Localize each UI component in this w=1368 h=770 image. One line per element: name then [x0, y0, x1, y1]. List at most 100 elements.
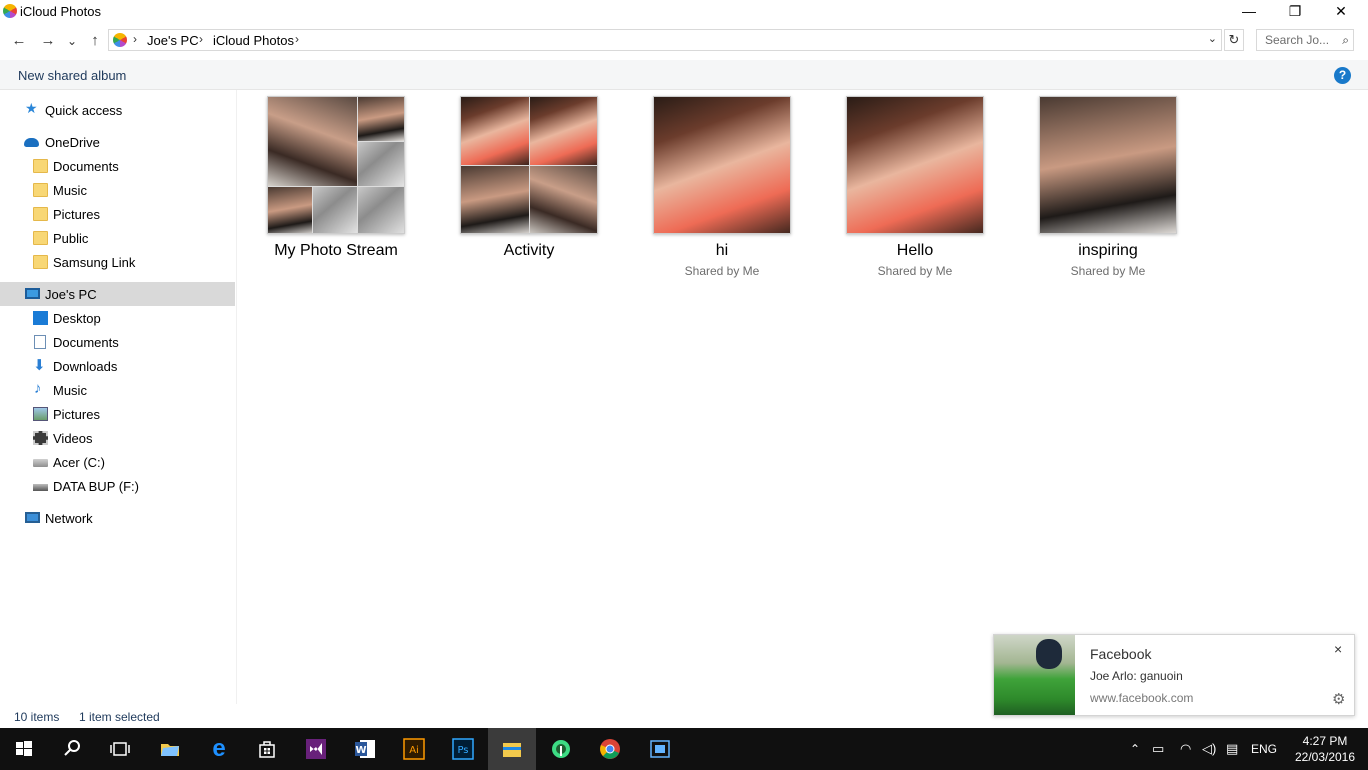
album-thumbnail — [846, 96, 984, 234]
breadcrumb-icloud-photos[interactable]: iCloud Photos — [213, 33, 294, 48]
sidebar-item-this-pc[interactable]: Joe's PC — [0, 282, 235, 306]
task-view-icon — [110, 742, 130, 756]
album-name: Hello — [896, 242, 934, 259]
folder-icon — [161, 744, 179, 756]
maximize-button[interactable]: ❐ — [1272, 0, 1318, 24]
search-input[interactable]: Search Jo... ⌕ — [1256, 29, 1354, 51]
recent-locations-button[interactable]: ⌄ — [61, 30, 83, 52]
taskbar-app-folder[interactable] — [146, 728, 194, 770]
sidebar-item-label: OneDrive — [45, 135, 100, 150]
notification-settings-gear-icon[interactable]: ⚙ — [1332, 690, 1345, 708]
android-studio-icon — [552, 740, 570, 758]
close-button[interactable]: ✕ — [1318, 0, 1364, 24]
taskbar-app-store[interactable] — [243, 728, 291, 770]
search-icon: ⌕ — [1342, 33, 1349, 47]
sidebar-item-desktop[interactable]: Desktop — [0, 306, 235, 330]
new-shared-album-button[interactable]: New shared album — [18, 68, 126, 83]
sidebar-item-videos[interactable]: Videos — [0, 426, 235, 450]
address-bar[interactable]: › Joe's PC › iCloud Photos › ⌄ — [108, 29, 1222, 51]
sidebar-item-onedrive-samsung-link[interactable]: Samsung Link — [0, 250, 235, 274]
taskbar-app-word[interactable]: W — [341, 728, 389, 770]
taskbar-app-file-explorer[interactable] — [488, 728, 536, 770]
sidebar-item-onedrive-music[interactable]: Music — [0, 178, 235, 202]
notification-title: Facebook — [1090, 646, 1152, 662]
up-button[interactable]: ↑ — [84, 30, 106, 52]
sidebar-item-pictures[interactable]: Pictures — [0, 402, 235, 426]
album-name: Activity — [503, 242, 555, 259]
taskbar-app-visual-studio[interactable] — [292, 728, 340, 770]
album-shared-by: Shared by Me — [1070, 264, 1146, 278]
file-explorer-icon — [503, 743, 521, 757]
folder-icon — [33, 255, 48, 269]
sidebar-item-documents[interactable]: Documents — [0, 330, 235, 354]
sidebar-item-onedrive-public[interactable]: Public — [0, 226, 235, 250]
item-count: 10 items — [14, 710, 60, 724]
task-view-button[interactable] — [96, 728, 144, 770]
icloud-photos-icon — [113, 33, 127, 47]
edge-icon: e — [212, 735, 226, 762]
refresh-button[interactable]: ↻ — [1224, 29, 1244, 51]
show-hidden-icons-button[interactable]: ⌃ — [1130, 728, 1140, 770]
breadcrumb-joes-pc[interactable]: Joe's PC — [147, 33, 199, 48]
sidebar-item-onedrive-pictures[interactable]: Pictures — [0, 202, 235, 226]
illustrator-icon: Ai — [403, 738, 425, 760]
sidebar-item-data-bup-f[interactable]: DATA BUP (F:) — [0, 474, 235, 498]
sidebar-item-onedrive-documents[interactable]: Documents — [0, 154, 235, 178]
sidebar-item-quick-access[interactable]: ★ Quick access — [0, 98, 235, 122]
facebook-notification[interactable]: Facebook Joe Arlo: ganuoin www.facebook.… — [993, 634, 1355, 716]
film-icon — [33, 431, 48, 445]
sidebar-item-acer-c[interactable]: Acer (C:) — [0, 450, 235, 474]
taskbar-app-edge[interactable]: e — [195, 728, 243, 770]
help-icon[interactable]: ? — [1334, 67, 1351, 84]
word-icon: W — [355, 740, 375, 758]
sidebar-item-label: Pictures — [53, 407, 100, 422]
language-indicator[interactable]: ENG — [1251, 728, 1277, 770]
windows-logo-icon — [16, 741, 32, 756]
taskbar-clock[interactable]: 4:27 PM 22/03/2016 — [1290, 733, 1360, 765]
chevron-right-icon: › — [295, 32, 299, 46]
battery-icon[interactable]: ▭ — [1152, 728, 1164, 770]
navigation-pane: ★ Quick access OneDrive Documents Music … — [0, 90, 237, 704]
music-note-icon: ♪ — [34, 380, 42, 397]
sidebar-item-onedrive[interactable]: OneDrive — [0, 130, 235, 154]
taskbar: e W Ai Ps ⌃ ▭ ◠ ◁) ▤ ENG 4:27 PM 22/03/2… — [0, 728, 1368, 770]
minimize-button[interactable]: — — [1226, 0, 1272, 24]
drive-icon — [33, 484, 48, 491]
sidebar-item-network[interactable]: Network — [0, 506, 235, 530]
sidebar-item-music[interactable]: ♪ Music — [0, 378, 235, 402]
clock-date: 22/03/2016 — [1294, 750, 1356, 764]
taskbar-app-android-studio[interactable] — [537, 728, 585, 770]
chevron-down-icon[interactable]: ⌄ — [1208, 32, 1217, 45]
window-title: iCloud Photos — [20, 4, 101, 19]
taskbar-app-chrome[interactable] — [586, 728, 634, 770]
chevron-right-icon: › — [199, 32, 203, 46]
sidebar-item-downloads[interactable]: ⬇ Downloads — [0, 354, 235, 378]
notification-close-icon[interactable]: × — [1334, 641, 1342, 657]
action-center-icon[interactable]: ▤ — [1226, 728, 1238, 770]
document-icon — [34, 335, 46, 349]
store-bag-icon — [259, 741, 275, 758]
album-thumbnail — [460, 96, 598, 234]
taskbar-app-illustrator[interactable]: Ai — [390, 728, 438, 770]
album-thumbnail — [1039, 96, 1177, 234]
photoshop-icon: Ps — [452, 738, 474, 760]
volume-icon[interactable]: ◁) — [1202, 728, 1216, 770]
wifi-icon[interactable]: ◠ — [1180, 728, 1191, 770]
download-arrow-icon: ⬇ — [33, 357, 46, 374]
taskbar-app-photoshop[interactable]: Ps — [439, 728, 487, 770]
sidebar-item-label: Downloads — [53, 359, 118, 374]
search-icon — [64, 740, 80, 756]
taskbar-app-media[interactable] — [636, 728, 684, 770]
onedrive-cloud-icon — [24, 138, 39, 147]
content-area: My Photo Stream Activity hi Shared by Me… — [238, 90, 1368, 704]
back-button[interactable]: ← — [8, 30, 30, 52]
taskbar-search-button[interactable] — [48, 728, 96, 770]
album-shared-by: Shared by Me — [684, 264, 760, 278]
sidebar-item-label: Videos — [53, 431, 93, 446]
start-button[interactable] — [0, 728, 48, 770]
svg-text:Ai: Ai — [409, 745, 419, 756]
svg-text:W: W — [355, 745, 366, 756]
notification-photo-person — [1036, 639, 1062, 669]
command-bar: New shared album ? — [0, 60, 1368, 90]
forward-button[interactable]: → — [37, 30, 59, 52]
